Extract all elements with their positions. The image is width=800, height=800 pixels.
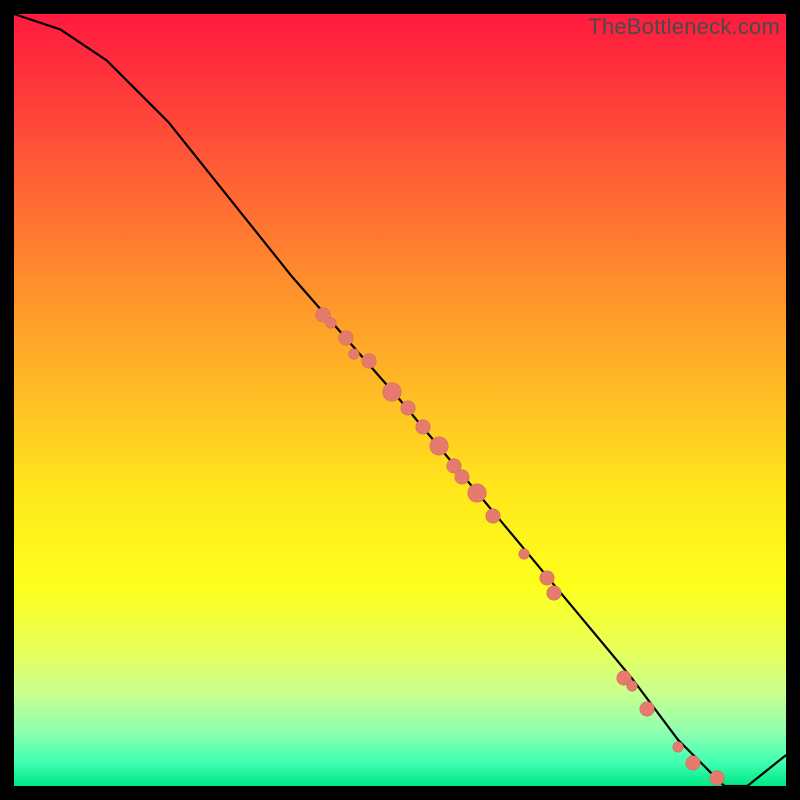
- marker-dot: [547, 586, 562, 601]
- marker-dot: [325, 317, 336, 328]
- marker-dot: [454, 470, 469, 485]
- marker-dot: [362, 354, 377, 369]
- marker-dot: [429, 437, 448, 456]
- marker-dot: [626, 680, 637, 691]
- marker-dot: [400, 400, 415, 415]
- marker-dot: [686, 755, 701, 770]
- marker-dot: [338, 331, 353, 346]
- marker-dot: [485, 508, 500, 523]
- marker-dot: [518, 549, 529, 560]
- marker-dot: [709, 771, 724, 786]
- marker-dot: [468, 483, 487, 502]
- marker-dot: [383, 383, 402, 402]
- marker-dot: [672, 742, 683, 753]
- marker-dot: [640, 701, 655, 716]
- line-series: [14, 14, 786, 786]
- marker-dot: [348, 348, 359, 359]
- marker-dot: [539, 570, 554, 585]
- watermark-label: TheBottleneck.com: [588, 14, 780, 40]
- plot-area: TheBottleneck.com: [14, 14, 786, 786]
- curve-path: [14, 14, 786, 786]
- chart-frame: TheBottleneck.com: [0, 0, 800, 800]
- marker-dot: [416, 420, 431, 435]
